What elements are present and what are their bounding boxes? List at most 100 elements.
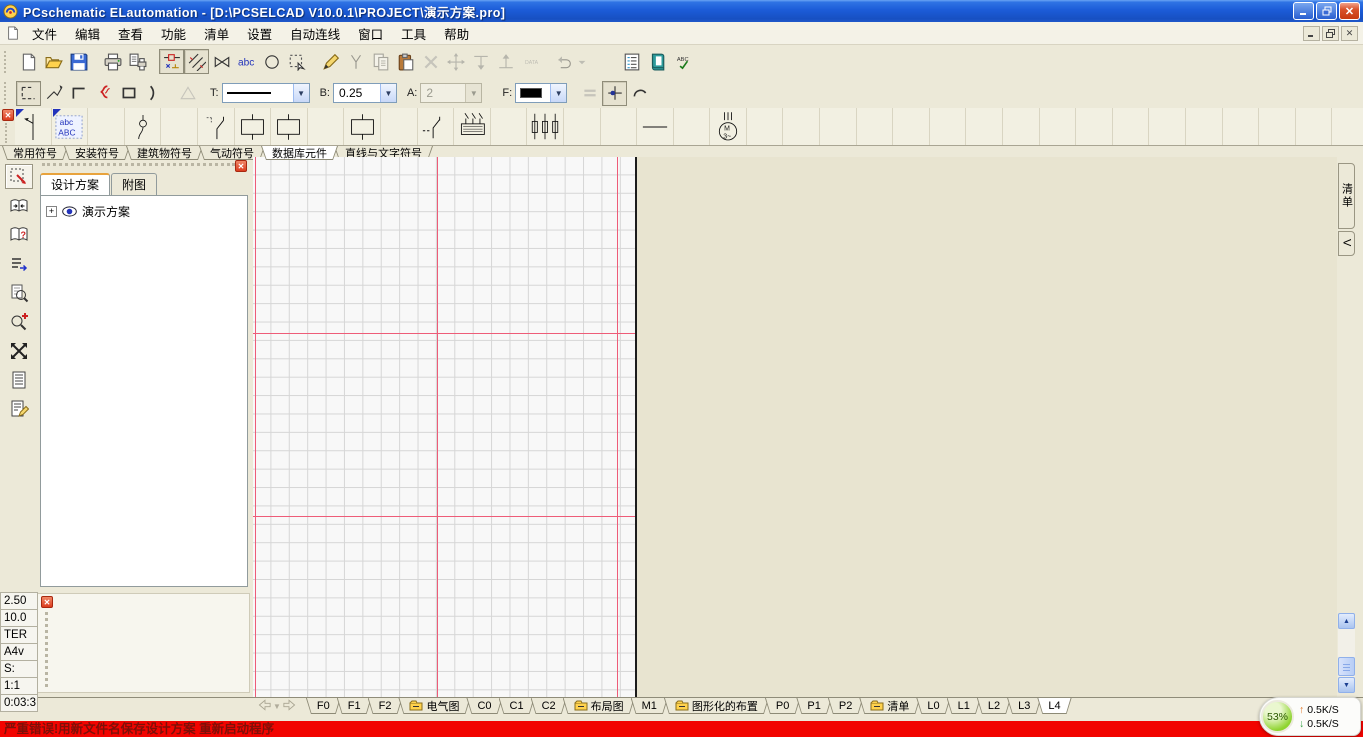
net-list-button[interactable] xyxy=(5,251,33,276)
page-tab-M1[interactable]: M1 xyxy=(631,698,668,714)
page-tab-L3[interactable]: L3 xyxy=(1007,698,1041,714)
polyline-button[interactable] xyxy=(41,81,66,106)
symbol-tab-数据库元件[interactable]: 数据库元件 xyxy=(261,146,338,160)
linewidth-select[interactable]: 0.25 ▼ xyxy=(333,83,397,103)
line-dashed-button[interactable] xyxy=(16,81,41,106)
page-tab-L2[interactable]: L2 xyxy=(977,698,1011,714)
page-tab-L0[interactable]: L0 xyxy=(916,698,950,714)
symbol-cell-sym-contact[interactable] xyxy=(198,108,235,145)
rectangle-button[interactable] xyxy=(116,81,141,106)
scrollbar-thumb[interactable] xyxy=(1338,657,1355,676)
page-tab-布局图[interactable]: 布局图 xyxy=(563,698,635,714)
linetype-select[interactable]: ▼ xyxy=(222,83,310,103)
line-mode-button[interactable] xyxy=(184,49,209,74)
page-tab-C0[interactable]: C0 xyxy=(466,698,502,714)
vertical-scrollbar[interactable]: ▲ ▼ xyxy=(1338,613,1355,695)
minimize-button[interactable] xyxy=(1293,2,1314,20)
scrollbar-track[interactable] xyxy=(1338,629,1355,677)
component-catalog-button[interactable] xyxy=(644,49,669,74)
symbol-cell-sym-breaker[interactable] xyxy=(454,108,491,145)
s-curve-button[interactable] xyxy=(91,81,116,106)
doc-edit-button[interactable] xyxy=(5,396,33,421)
spellcheck-button[interactable]: ABC xyxy=(669,49,701,74)
toolbar-grip[interactable] xyxy=(4,82,12,104)
page-tab-F0[interactable]: F0 xyxy=(306,698,341,714)
page-tab-L1[interactable]: L1 xyxy=(947,698,981,714)
prev-page-icon[interactable] xyxy=(258,699,272,714)
page-tab-电气图[interactable]: 电气图 xyxy=(398,698,470,714)
menu-1[interactable]: 文件 xyxy=(23,21,66,46)
menu-6[interactable]: 设置 xyxy=(238,21,281,46)
palette-grip[interactable] xyxy=(5,123,7,143)
menu-5[interactable]: 清单 xyxy=(195,21,238,46)
symbol-cell-sym-coil[interactable] xyxy=(344,108,381,145)
mdi-close-button[interactable]: ✕ xyxy=(1341,26,1358,41)
text-button[interactable]: abc xyxy=(234,49,259,74)
symbol-cell-sym-fuse[interactable] xyxy=(527,108,564,145)
network-monitor-widget[interactable]: 53% ↑0.5K/S ↓0.5K/S xyxy=(1259,697,1361,736)
symbol-cell-sym-line[interactable] xyxy=(637,108,674,145)
corner-button[interactable] xyxy=(66,81,91,106)
symbol-tab-常用符号[interactable]: 常用符号 xyxy=(2,146,68,160)
junction-button[interactable] xyxy=(602,81,627,106)
page-tab-C1[interactable]: C1 xyxy=(499,698,535,714)
close-panel-button[interactable]: ✕ xyxy=(235,160,247,172)
mdi-minimize-button[interactable] xyxy=(1303,26,1320,41)
conductor-button[interactable] xyxy=(209,49,234,74)
restore-button[interactable] xyxy=(1316,2,1337,20)
pencil-button[interactable] xyxy=(318,49,343,74)
symbol-cell-sym-terminal[interactable] xyxy=(15,108,52,145)
menu-10[interactable]: 帮助 xyxy=(435,21,478,46)
page-list-dropdown-icon[interactable]: ▼ xyxy=(273,702,281,711)
page-tab-图形化的布置[interactable]: 图形化的布置 xyxy=(664,698,769,714)
menu-3[interactable]: 查看 xyxy=(109,21,152,46)
symbol-cell-sym-motor[interactable]: M3~ xyxy=(710,108,747,145)
mdi-restore-button[interactable] xyxy=(1322,26,1339,41)
close-palette-button[interactable]: ✕ xyxy=(2,109,14,121)
cross-arrows-button[interactable] xyxy=(5,338,33,363)
menu-7[interactable]: 自动连线 xyxy=(281,21,349,46)
page-tab-L4[interactable]: L4 xyxy=(1037,698,1071,714)
symbol-mode-button[interactable] xyxy=(159,49,184,74)
arc-button[interactable] xyxy=(141,81,166,106)
page-tab-P2[interactable]: P2 xyxy=(828,698,863,714)
tree-item-project[interactable]: + 演示方案 xyxy=(41,196,247,227)
fill-select[interactable]: ▼ xyxy=(515,83,567,103)
panel-drag-handle[interactable] xyxy=(45,612,48,687)
menu-2[interactable]: 编辑 xyxy=(66,21,109,46)
page-tab-P1[interactable]: P1 xyxy=(796,698,831,714)
page-tab-F2[interactable]: F2 xyxy=(368,698,403,714)
page-tab-清单[interactable]: 清单 xyxy=(859,698,920,714)
drawing-canvas[interactable] xyxy=(253,157,1337,697)
symbol-tab-建筑物符号[interactable]: 建筑物符号 xyxy=(126,146,203,160)
panel-drag-handle[interactable]: ✕ xyxy=(42,163,235,173)
symbol-cell-sym-text[interactable]: abcABC xyxy=(52,108,89,145)
menu-4[interactable]: 功能 xyxy=(152,21,195,46)
close-button[interactable]: ✕ xyxy=(1339,2,1360,20)
object-lister-button[interactable] xyxy=(619,49,644,74)
zoom-in-button[interactable] xyxy=(5,309,33,334)
doc-list-button[interactable] xyxy=(5,367,33,392)
save-button[interactable] xyxy=(66,49,91,74)
close-message-panel-button[interactable]: ✕ xyxy=(41,596,53,608)
page-tab-C2[interactable]: C2 xyxy=(531,698,567,714)
print-button[interactable] xyxy=(100,49,125,74)
menu-8[interactable]: 窗口 xyxy=(349,21,392,46)
help-book-button[interactable]: ? xyxy=(5,222,33,247)
page-tab-P0[interactable]: P0 xyxy=(765,698,800,714)
expand-icon[interactable]: + xyxy=(46,206,57,217)
panel-tab-list[interactable]: 清单 xyxy=(1338,163,1355,229)
schematic-page[interactable] xyxy=(253,157,635,697)
page-tab-F1[interactable]: F1 xyxy=(337,698,372,714)
next-page-icon[interactable] xyxy=(282,699,296,714)
menu-9[interactable]: 工具 xyxy=(392,21,435,46)
symbol-cell-sym-coil[interactable] xyxy=(235,108,272,145)
scroll-down-icon[interactable]: ▼ xyxy=(1338,677,1355,693)
panel-tab-v[interactable]: V xyxy=(1338,231,1355,256)
zoom-page-button[interactable] xyxy=(5,280,33,305)
new-button[interactable] xyxy=(16,49,41,74)
symbol-menu-button[interactable] xyxy=(5,164,33,189)
scroll-up-icon[interactable]: ▲ xyxy=(1338,613,1355,629)
symbol-cell-sym-contact2[interactable] xyxy=(418,108,455,145)
toolbar-grip[interactable] xyxy=(4,51,12,73)
